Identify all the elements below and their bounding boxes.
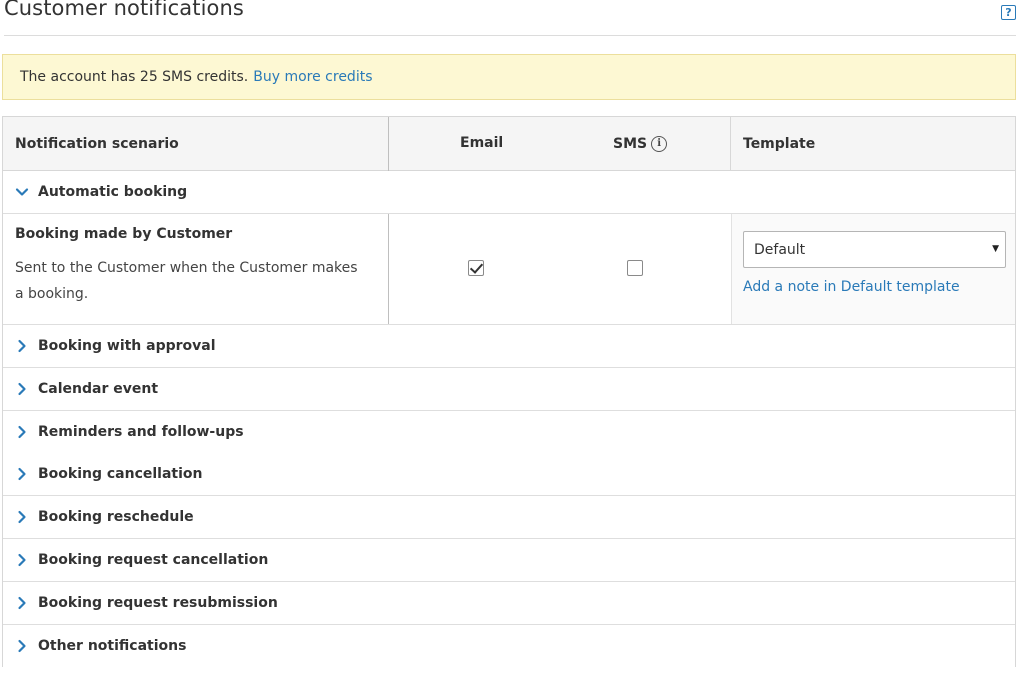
table-header: Notification scenario Email SMS i Templa… bbox=[3, 117, 1015, 171]
column-header-scenario: Notification scenario bbox=[15, 135, 179, 152]
page-title: Customer notifications bbox=[4, 0, 244, 20]
group-label: Automatic booking bbox=[38, 184, 188, 200]
notification-title: Booking made by Customer bbox=[15, 226, 233, 242]
group-label: Booking reschedule bbox=[38, 509, 194, 526]
column-header-email: Email bbox=[460, 134, 504, 151]
buy-credits-link[interactable]: Buy more credits bbox=[253, 69, 372, 85]
email-checkbox[interactable] bbox=[468, 260, 484, 276]
chevron-right-icon bbox=[15, 510, 29, 524]
chevron-right-icon bbox=[15, 382, 29, 396]
info-icon[interactable]: i bbox=[651, 135, 668, 152]
notification-description: Sent to the Customer when the Customer m… bbox=[15, 260, 358, 302]
chevron-right-icon bbox=[15, 596, 29, 610]
group-label: Booking cancellation bbox=[38, 466, 203, 483]
sms-credits-text: The account has 25 SMS credits. bbox=[20, 69, 249, 85]
group-label: Booking with approval bbox=[38, 338, 216, 354]
chevron-right-icon bbox=[15, 639, 29, 653]
group-label: Other notifications bbox=[38, 638, 187, 655]
group-label: Reminders and follow-ups bbox=[38, 423, 244, 440]
chevron-down-icon bbox=[15, 185, 29, 199]
notifications-table: Notification scenario Email SMS i Templa… bbox=[2, 116, 1016, 668]
group-row[interactable]: Booking with approval bbox=[3, 325, 1015, 368]
template-select[interactable]: Default ▼ bbox=[743, 231, 1006, 268]
group-row-automatic-booking[interactable]: Automatic booking bbox=[3, 171, 1015, 214]
group-row[interactable]: Reminders and follow-ups bbox=[3, 410, 1015, 454]
column-divider bbox=[388, 117, 389, 171]
column-header-template: Template bbox=[743, 135, 816, 152]
column-divider bbox=[388, 214, 389, 324]
group-row[interactable]: Booking request cancellation bbox=[3, 539, 1015, 582]
chevron-right-icon bbox=[15, 339, 29, 353]
group-row[interactable]: Calendar event bbox=[3, 367, 1015, 411]
chevron-right-icon bbox=[15, 425, 29, 439]
notification-row-booking-made-by-customer: Booking made by Customer Sent to the Cus… bbox=[3, 214, 1015, 325]
add-note-link[interactable]: Add a note in Default template bbox=[743, 279, 960, 295]
column-header-sms-label: SMS bbox=[613, 135, 648, 152]
chevron-right-icon bbox=[15, 467, 29, 481]
template-select-value: Default bbox=[754, 241, 806, 258]
group-label: Calendar event bbox=[38, 380, 159, 397]
sms-checkbox[interactable] bbox=[627, 260, 643, 276]
page-header: Customer notifications ? bbox=[4, 0, 1016, 36]
caret-down-icon: ▼ bbox=[992, 244, 999, 254]
group-row[interactable]: Booking cancellation bbox=[3, 453, 1015, 497]
group-row[interactable]: Booking request resubmission bbox=[3, 581, 1015, 625]
group-label: Booking request resubmission bbox=[38, 594, 278, 611]
help-icon[interactable]: ? bbox=[1001, 5, 1016, 20]
sms-credits-banner: The account has 25 SMS credits. Buy more… bbox=[2, 54, 1016, 100]
column-divider bbox=[730, 117, 731, 171]
group-row[interactable]: Other notifications bbox=[3, 624, 1015, 668]
column-header-sms: SMS i bbox=[613, 117, 668, 170]
group-label: Booking request cancellation bbox=[38, 552, 269, 568]
template-cell: Default ▼ Add a note in Default template bbox=[731, 214, 1015, 324]
chevron-right-icon bbox=[15, 553, 29, 567]
group-row[interactable]: Booking reschedule bbox=[3, 496, 1015, 540]
